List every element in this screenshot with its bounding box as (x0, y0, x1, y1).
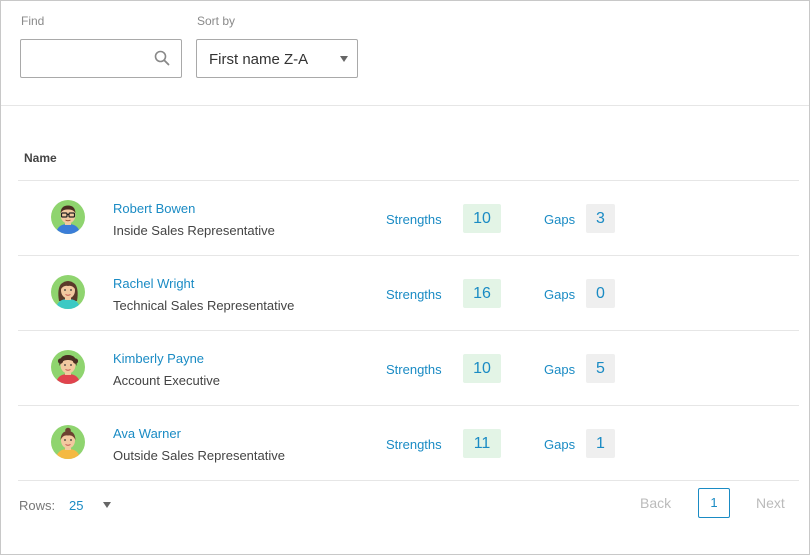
chevron-down-icon[interactable] (103, 502, 111, 508)
gaps-count-badge[interactable]: 1 (586, 429, 615, 458)
gaps-link[interactable]: Gaps (544, 212, 575, 227)
person-name-link[interactable]: Robert Bowen (113, 201, 195, 216)
sort-by-select[interactable]: First name Z-A (196, 39, 358, 78)
gaps-count-badge[interactable]: 5 (586, 354, 615, 383)
gaps-count-badge[interactable]: 0 (586, 279, 615, 308)
table-row: Kimberly Payne Account Executive Strengt… (18, 331, 799, 405)
back-button[interactable]: Back (640, 495, 671, 511)
sort-by-value: First name Z-A (209, 51, 309, 68)
filter-bar: Find Sort by First name Z-A (20, 1, 809, 105)
strengths-count-badge[interactable]: 10 (463, 354, 501, 383)
person-job-title: Account Executive (113, 373, 220, 388)
search-icon[interactable] (154, 50, 170, 66)
find-search-box[interactable] (20, 39, 182, 78)
pagination-bar: Rows: 25 Back 1 Next (1, 481, 809, 525)
strengths-count-badge[interactable]: 16 (463, 279, 501, 308)
table-row: Robert Bowen Inside Sales Representative… (18, 181, 799, 255)
strengths-link[interactable]: Strengths (386, 437, 442, 452)
person-job-title: Inside Sales Representative (113, 223, 275, 238)
find-label: Find (21, 14, 45, 28)
gaps-link[interactable]: Gaps (544, 437, 575, 452)
person-name-link[interactable]: Rachel Wright (113, 276, 194, 291)
person-job-title: Technical Sales Representative (113, 298, 295, 313)
person-name-link[interactable]: Kimberly Payne (113, 351, 204, 366)
strengths-link[interactable]: Strengths (386, 362, 442, 377)
people-list-panel: Find Sort by First name Z-A Name Robert … (0, 0, 810, 555)
page-number-button[interactable]: 1 (698, 488, 730, 518)
person-job-title: Outside Sales Representative (113, 448, 285, 463)
avatar-woman-icon[interactable] (51, 275, 85, 309)
strengths-count-badge[interactable]: 10 (463, 204, 501, 233)
strengths-link[interactable]: Strengths (386, 212, 442, 227)
next-button[interactable]: Next (756, 495, 785, 511)
table-row: Rachel Wright Technical Sales Representa… (18, 256, 799, 330)
divider (1, 105, 809, 106)
avatar-man-glasses-icon[interactable] (51, 200, 85, 234)
strengths-link[interactable]: Strengths (386, 287, 442, 302)
gaps-count-badge[interactable]: 3 (586, 204, 615, 233)
find-input[interactable] (21, 40, 156, 75)
table-row: Ava Warner Outside Sales Representative … (18, 406, 799, 480)
name-column-header[interactable]: Name (24, 151, 57, 165)
avatar-woman-icon[interactable] (51, 425, 85, 459)
sort-by-label: Sort by (197, 14, 236, 28)
person-name-link[interactable]: Ava Warner (113, 426, 181, 441)
strengths-count-badge[interactable]: 11 (463, 429, 501, 458)
gaps-link[interactable]: Gaps (544, 287, 575, 302)
rows-per-page-label: Rows: (19, 498, 56, 513)
avatar-woman-curly-icon[interactable] (51, 350, 85, 384)
rows-per-page-select[interactable]: 25 (69, 498, 83, 513)
gaps-link[interactable]: Gaps (544, 362, 575, 377)
chevron-down-icon (340, 56, 348, 62)
